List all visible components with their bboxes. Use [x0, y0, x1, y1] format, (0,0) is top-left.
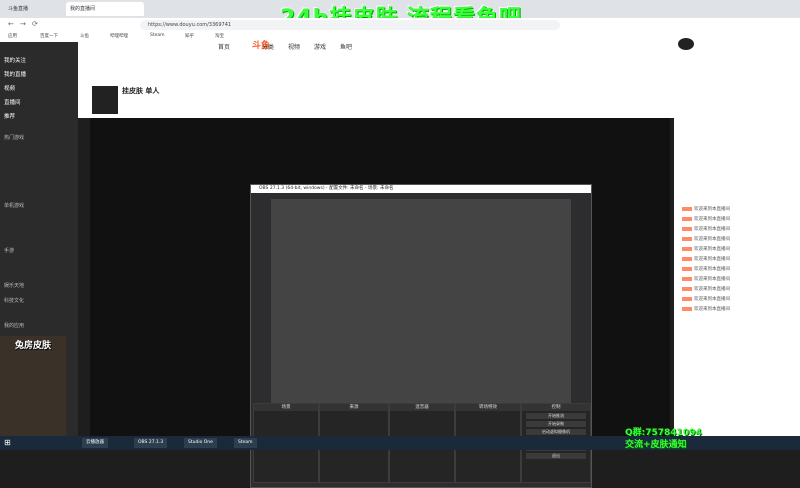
chat-text: 欢迎来到本直播间 [694, 227, 730, 232]
sidebar-item[interactable]: 我的直播 [4, 70, 26, 78]
chat-text: 欢迎来到本直播间 [694, 307, 730, 312]
nav-item-category[interactable]: 分类 [262, 42, 274, 51]
streamer-avatar[interactable] [92, 86, 118, 114]
exit-button[interactable]: 退出 [526, 453, 586, 459]
badge-icon [682, 296, 692, 301]
chat-message: 欢迎来到本直播间 [682, 296, 730, 302]
reload-icon[interactable]: ⟳ [32, 20, 38, 28]
badge-icon [682, 286, 692, 291]
panel-title: 场景 [254, 404, 318, 411]
forward-icon[interactable]: → [20, 20, 26, 28]
windows-start-icon[interactable]: ⊞ [4, 438, 11, 447]
chat-text: 欢迎来到本直播间 [694, 247, 730, 252]
avatar-label: 兔房皮肤 [14, 341, 51, 351]
chat-text: 欢迎来到本直播间 [694, 257, 730, 262]
sidebar-item[interactable]: 我的关注 [4, 56, 26, 64]
badge-icon [682, 236, 692, 241]
virtual-camera-button[interactable]: 启动虚拟摄像机 [526, 429, 586, 435]
start-streaming-button[interactable]: 开始推流 [526, 413, 586, 419]
taskbar-item[interactable]: Steam [234, 438, 257, 448]
bookmark-item[interactable]: 斗鱼 [80, 33, 89, 39]
chat-message: 欢迎来到本直播间 [682, 216, 730, 222]
badge-icon [682, 226, 692, 231]
chat-message: 欢迎来到本直播间 [682, 286, 730, 292]
user-avatar[interactable] [678, 38, 694, 50]
chat-message: 欢迎来到本直播间 [682, 306, 730, 312]
sidebar-item[interactable]: 手游 [4, 247, 14, 254]
chat-message: 欢迎来到本直播间 [682, 266, 730, 272]
panel-title: 混音器 [390, 404, 454, 411]
badge-icon [682, 276, 692, 281]
streamer-name: 挂皮肤 单人 [122, 87, 160, 95]
badge-icon [682, 216, 692, 221]
site-header: 斗鱼 首页 分类 视频 游戏 鱼吧 [78, 38, 800, 86]
chat-message: 欢迎来到本直播间 [682, 276, 730, 282]
nav-item-fishbar[interactable]: 鱼吧 [340, 42, 352, 51]
sidebar-item[interactable]: 热门游戏 [4, 134, 24, 141]
bookmark-item[interactable]: 哔哩哔哩 [110, 33, 128, 39]
bookmark-item[interactable]: 知乎 [185, 33, 194, 39]
back-icon[interactable]: ← [8, 20, 14, 28]
bookmark-item[interactable]: 百度一下 [40, 33, 58, 39]
nav-item-video[interactable]: 视频 [288, 42, 300, 51]
sidebar-item[interactable]: 娱乐天地 [4, 282, 24, 289]
room-info-bar: 挂皮肤 单人 [78, 86, 674, 118]
chat-message: 欢迎来到本直播间 [682, 226, 730, 232]
chat-text: 欢迎来到本直播间 [694, 267, 730, 272]
panel-title: 来源 [320, 404, 388, 411]
taskbar-item[interactable]: Studio One [184, 438, 217, 448]
panel-title: 控制 [522, 404, 590, 411]
sidebar-item[interactable]: 直播间 [4, 98, 21, 106]
browser-tab[interactable]: 斗鱼直播 [4, 2, 72, 16]
sidebar-item[interactable]: 我的应用 [4, 322, 24, 329]
taskbar-item[interactable]: OBS 27.1.3 [134, 438, 168, 448]
notice-overlay: 交流+皮肤通知 [625, 440, 687, 450]
start-recording-button[interactable]: 开始录制 [526, 421, 586, 427]
chat-panel: 欢迎来到本直播间 欢迎来到本直播间 欢迎来到本直播间 欢迎来到本直播间 欢迎来到… [674, 86, 800, 436]
bookmark-item[interactable]: 应用 [8, 33, 17, 39]
chat-text: 欢迎来到本直播间 [694, 237, 730, 242]
sidebar-item[interactable]: 视频 [4, 84, 15, 92]
badge-icon [682, 306, 692, 311]
stream-player[interactable]: OBS 27.1.3 (64-bit, windows) - 配置文件: 未命名… [90, 118, 670, 488]
chat-text: 欢迎来到本直播间 [694, 297, 730, 302]
browser-tab-active[interactable]: 我的直播间 [66, 2, 144, 16]
chat-message: 欢迎来到本直播间 [682, 246, 730, 252]
chat-message: 欢迎来到本直播间 [682, 206, 730, 212]
sidebar-item[interactable]: 推荐 [4, 112, 15, 120]
sidebar-item[interactable]: 单机游戏 [4, 202, 24, 209]
panel-title: 转场特效 [456, 404, 520, 411]
nav-item-home[interactable]: 首页 [218, 42, 230, 51]
badge-icon [682, 246, 692, 251]
url-input[interactable]: https://www.douyu.com/3369741 [140, 20, 560, 30]
chat-message: 欢迎来到本直播间 [682, 256, 730, 262]
badge-icon [682, 206, 692, 211]
bookmark-item[interactable]: Steam [150, 33, 165, 38]
chat-message: 欢迎来到本直播间 [682, 236, 730, 242]
sidebar-item[interactable]: 科技文化 [4, 297, 24, 304]
chat-text: 欢迎来到本直播间 [694, 217, 730, 222]
taskbar-item[interactable]: 云播放器 [82, 438, 108, 448]
chat-text: 欢迎来到本直播间 [694, 207, 730, 212]
chat-text: 欢迎来到本直播间 [694, 287, 730, 292]
nav-item-game[interactable]: 游戏 [314, 42, 326, 51]
badge-icon [682, 266, 692, 271]
bookmark-item[interactable]: 淘宝 [215, 33, 224, 39]
obs-title-bar: OBS 27.1.3 (64-bit, windows) - 配置文件: 未命名… [251, 185, 591, 193]
chat-text: 欢迎来到本直播间 [694, 277, 730, 282]
tree-character-image [0, 336, 66, 448]
badge-icon [682, 256, 692, 261]
address-bar: ← → ⟳ https://www.douyu.com/3369741 [0, 18, 800, 33]
